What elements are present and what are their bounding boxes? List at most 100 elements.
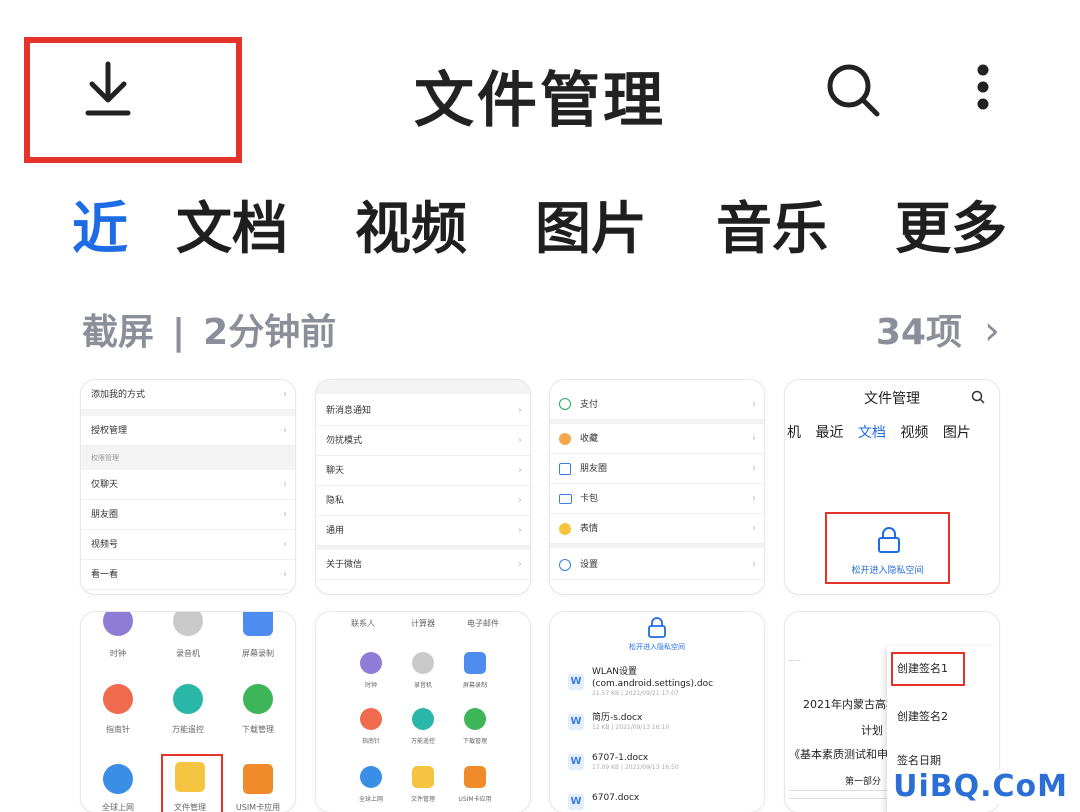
menu-item[interactable]: 创建签名1 (897, 660, 948, 676)
list-item: 通用 › (316, 516, 530, 546)
list-item: 新消息通知 › (316, 396, 530, 426)
more-vertical-icon (977, 64, 989, 110)
search-button[interactable] (823, 60, 883, 120)
app-label: 文件管理 (174, 803, 206, 812)
list-item: 聊天 › (316, 456, 530, 486)
app-label: 屏幕录制 (242, 649, 274, 658)
doc-part: 第一部分 (845, 777, 882, 787)
remote-icon (173, 684, 203, 714)
list-item: 表情 › (550, 514, 764, 544)
tab-more[interactable]: 更多 (895, 184, 1007, 265)
doc-title: 2021年内蒙古高校 (803, 698, 897, 711)
app-label: 录音机 (176, 649, 200, 658)
word-doc-icon: W (568, 754, 584, 770)
list-item: 朋友圈 › (81, 500, 295, 530)
list-item: 卡包 › (550, 484, 764, 514)
screenshot-thumbnail[interactable]: 联系人 计算器 电子邮件 时钟 录音机 屏幕录制 指南针 万能遥控 下载管理 全… (316, 612, 530, 812)
word-doc-icon: W (568, 794, 584, 810)
screen-record-icon (464, 652, 486, 674)
compass-icon (360, 708, 382, 730)
global-internet-icon (360, 766, 382, 788)
download-manager-icon (464, 708, 486, 730)
list-item: 隐私 › (316, 486, 530, 516)
tab-videos[interactable]: 视频 (355, 184, 467, 265)
folder-icon (175, 762, 205, 792)
remote-icon (412, 708, 434, 730)
moments-icon (559, 463, 571, 475)
tab-music[interactable]: 音乐 (716, 184, 828, 265)
app-label: 下载管理 (242, 725, 274, 734)
section-label: 截屏 (82, 312, 155, 353)
section-header: 截屏 | 2分钟前 (82, 303, 336, 355)
clock-icon (360, 652, 382, 674)
list-item: W 简历-s.docx 12 KB | 2021/09/13 16:10 (568, 712, 758, 731)
tab-recent[interactable]: 近 (72, 184, 128, 265)
app-label: 全球上网 (102, 803, 134, 812)
list-item: 添加我的方式 › (81, 380, 295, 410)
list-item: W 6707.docx (568, 792, 758, 810)
folder-icon (412, 766, 434, 788)
list-item: 看一看 › (81, 560, 295, 590)
list-item: 勿扰模式 › (316, 426, 530, 456)
app-label: 指南针 (106, 725, 130, 734)
clock-icon (103, 612, 133, 636)
list-item: 仅聊天 › (81, 470, 295, 500)
tab-documents[interactable]: 文档 (176, 184, 288, 265)
more-options-button[interactable] (968, 62, 998, 112)
section-count: 34项 (875, 312, 962, 353)
screenshot-thumbnail[interactable]: 支付 › 收藏 › 朋友圈 › 卡包 › 表情 › 设置 › (550, 380, 764, 594)
sticker-icon (559, 523, 571, 535)
lock-icon (878, 527, 900, 553)
compass-icon (103, 684, 133, 714)
settings-icon (559, 559, 571, 571)
app-label: 下载管理 (462, 738, 487, 745)
screenshot-thumbnail[interactable]: 文件管理 机 最近 文档 视频 图片 松开进入隐私空间 (785, 380, 999, 594)
page-title: 文件管理 (414, 66, 666, 136)
list-item: W 6707-1.docx 17.09 KB | 2021/09/13 16:5… (568, 752, 758, 771)
app-label: USIM卡应用 (235, 803, 281, 812)
section-separator: | (172, 312, 186, 353)
screenshot-thumbnail[interactable]: 新消息通知 › 勿扰模式 › 聊天 › 隐私 › 通用 › 关于微信 › (316, 380, 530, 594)
screenshot-thumbnail[interactable]: 时钟 录音机 屏幕录制 指南针 万能遥控 下载管理 全球上网 文件管理 USIM… (81, 612, 295, 812)
private-space-box: 松开进入隐私空间 (825, 512, 950, 584)
thumb-title: 文件管理 (864, 391, 920, 407)
watermark: UiBQ.CoM (887, 769, 1074, 804)
list-item: 关于微信 › (316, 550, 530, 580)
list-item: 收藏 › (550, 424, 764, 454)
word-doc-icon: W (568, 674, 584, 690)
recorder-icon (412, 652, 434, 674)
app-label: 电子邮件 (467, 619, 499, 628)
menu-item[interactable]: 创建签名2 (897, 708, 948, 724)
screen-record-icon (243, 612, 273, 636)
list-item: 设置 › (550, 550, 764, 580)
list-item: W WLAN设置(com.android.settings).doc 21.57… (568, 666, 758, 697)
search-icon (971, 390, 985, 404)
app-label: 时钟 (110, 649, 126, 658)
private-space-label: 松开进入隐私空间 (629, 643, 685, 651)
thumb-tabs: 机 最近 文档 视频 图片 (787, 425, 971, 441)
tab-images[interactable]: 图片 (535, 184, 647, 265)
download-manager-icon (243, 684, 273, 714)
search-icon (827, 64, 880, 117)
screenshot-thumbnail[interactable]: 添加我的方式 › 授权管理 › 权限管理 仅聊天 › 朋友圈 › 视频号 › 看一看 › (81, 380, 295, 594)
section-time: 2分钟前 (203, 312, 337, 353)
section-count-link[interactable]: 34项 › (876, 303, 1000, 355)
list-section-label: 权限管理 (91, 454, 119, 462)
menu-item[interactable]: 签名日期 (897, 752, 941, 768)
favorites-icon (559, 433, 571, 445)
wallet-icon (559, 494, 572, 504)
doc-subtitle: 计划 (861, 724, 883, 737)
app-label: USIM卡应用 (458, 796, 492, 803)
app-label: 屏幕录制 (462, 682, 487, 689)
category-tabs: 近 文档 视频 图片 音乐 更多 (0, 184, 1080, 262)
list-item: 朋友圈 › (550, 454, 764, 484)
private-space-label: 松开进入隐私空间 (851, 566, 924, 576)
list-item: 支付 › (550, 390, 764, 420)
pay-icon (559, 398, 571, 410)
list-item: 授权管理 › (81, 416, 295, 446)
lock-icon (648, 617, 666, 638)
screenshot-thumbnail[interactable]: 松开进入隐私空间 W WLAN设置(com.android.settings).… (550, 612, 764, 812)
app-label: 万能遥控 (172, 725, 204, 734)
recorder-icon (173, 612, 203, 636)
sim-card-icon (464, 766, 486, 788)
